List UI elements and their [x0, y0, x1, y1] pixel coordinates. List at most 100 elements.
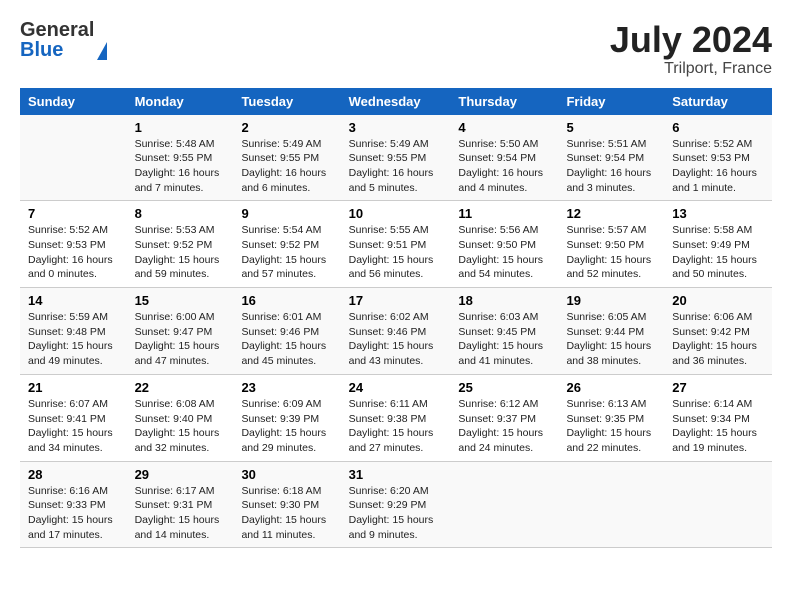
- days-of-week-row: SundayMondayTuesdayWednesdayThursdayFrid…: [20, 88, 772, 115]
- day-info: Sunrise: 6:05 AMSunset: 9:44 PMDaylight:…: [566, 310, 656, 369]
- calendar-cell: 15Sunrise: 6:00 AMSunset: 9:47 PMDayligh…: [127, 288, 234, 375]
- day-number: 5: [566, 120, 656, 135]
- calendar-body: 1 Sunrise: 5:48 AMSunset: 9:55 PMDaylight…: [20, 115, 772, 548]
- day-of-week-header: Saturday: [664, 88, 772, 115]
- logo-text: General Blue: [20, 20, 94, 60]
- calendar-cell: 31Sunrise: 6:20 AMSunset: 9:29 PMDayligh…: [341, 461, 451, 548]
- day-of-week-header: Thursday: [450, 88, 558, 115]
- day-info: Sunrise: 6:02 AMSunset: 9:46 PMDaylight:…: [349, 310, 443, 369]
- day-number: 24: [349, 380, 443, 395]
- day-info: Sunrise: 5:57 AMSunset: 9:50 PMDaylight:…: [566, 223, 656, 282]
- day-number: 27: [672, 380, 764, 395]
- day-number: 15: [135, 293, 226, 308]
- calendar-cell: [20, 115, 127, 201]
- day-of-week-header: Monday: [127, 88, 234, 115]
- calendar-cell: 28 Sunrise: 6:16 AMSunset: 9:33 PMDayligh…: [20, 461, 127, 548]
- location-title: Trilport, France: [610, 60, 772, 78]
- day-info: Sunrise: 6:07 AMSunset: 9:41 PMDaylight:…: [28, 397, 119, 456]
- day-info: Sunrise: 5:58 AMSunset: 9:49 PMDaylight:…: [672, 223, 764, 282]
- calendar-cell: 24 Sunrise: 6:11 AMSunset: 9:38 PMDayligh…: [341, 374, 451, 461]
- calendar-cell: 5 Sunrise: 5:51 AMSunset: 9:54 PMDaylight…: [558, 115, 664, 201]
- day-info: Sunrise: 6:08 AMSunset: 9:40 PMDaylight:…: [135, 397, 226, 456]
- calendar-cell: 22 Sunrise: 6:08 AMSunset: 9:40 PMDayligh…: [127, 374, 234, 461]
- day-info: Sunrise: 5:50 AMSunset: 9:54 PMDaylight:…: [458, 137, 550, 196]
- calendar-week-row: 28 Sunrise: 6:16 AMSunset: 9:33 PMDayligh…: [20, 461, 772, 548]
- calendar-cell: 25Sunrise: 6:12 AMSunset: 9:37 PMDayligh…: [450, 374, 558, 461]
- day-number: 13: [672, 206, 764, 221]
- day-number: 8: [135, 206, 226, 221]
- day-of-week-header: Sunday: [20, 88, 127, 115]
- logo: General Blue: [20, 20, 107, 60]
- calendar-cell: 17 Sunrise: 6:02 AMSunset: 9:46 PMDayligh…: [341, 288, 451, 375]
- day-number: 10: [349, 206, 443, 221]
- calendar-cell: 3 Sunrise: 5:49 AMSunset: 9:55 PMDaylight…: [341, 115, 451, 201]
- calendar-cell: 2Sunrise: 5:49 AMSunset: 9:55 PMDaylight…: [233, 115, 340, 201]
- day-number: 6: [672, 120, 764, 135]
- calendar-cell: 21Sunrise: 6:07 AMSunset: 9:41 PMDayligh…: [20, 374, 127, 461]
- day-info: Sunrise: 5:48 AMSunset: 9:55 PMDaylight:…: [135, 137, 226, 196]
- calendar-cell: 29 Sunrise: 6:17 AMSunset: 9:31 PMDayligh…: [127, 461, 234, 548]
- calendar-cell: 16 Sunrise: 6:01 AMSunset: 9:46 PMDayligh…: [233, 288, 340, 375]
- day-number: 4: [458, 120, 550, 135]
- calendar-cell: 9Sunrise: 5:54 AMSunset: 9:52 PMDaylight…: [233, 201, 340, 288]
- day-info: Sunrise: 6:01 AMSunset: 9:46 PMDaylight:…: [241, 310, 332, 369]
- day-number: 25: [458, 380, 550, 395]
- day-number: 17: [349, 293, 443, 308]
- day-number: 29: [135, 467, 226, 482]
- day-number: 7: [28, 206, 119, 221]
- day-info: Sunrise: 6:09 AMSunset: 9:39 PMDaylight:…: [241, 397, 332, 456]
- day-number: 28: [28, 467, 119, 482]
- day-number: 23: [241, 380, 332, 395]
- calendar-cell: 10Sunrise: 5:55 AMSunset: 9:51 PMDayligh…: [341, 201, 451, 288]
- day-info: Sunrise: 5:52 AMSunset: 9:53 PMDaylight:…: [28, 223, 119, 282]
- day-of-week-header: Wednesday: [341, 88, 451, 115]
- day-info: Sunrise: 5:52 AMSunset: 9:53 PMDaylight:…: [672, 137, 764, 196]
- day-info: Sunrise: 5:59 AMSunset: 9:48 PMDaylight:…: [28, 310, 119, 369]
- day-number: 20: [672, 293, 764, 308]
- calendar-cell: 11Sunrise: 5:56 AMSunset: 9:50 PMDayligh…: [450, 201, 558, 288]
- calendar-cell: [450, 461, 558, 548]
- day-info: Sunrise: 6:20 AMSunset: 9:29 PMDaylight:…: [349, 484, 443, 543]
- day-info: Sunrise: 5:54 AMSunset: 9:52 PMDaylight:…: [241, 223, 332, 282]
- day-of-week-header: Friday: [558, 88, 664, 115]
- logo-general: General: [20, 20, 94, 40]
- day-info: Sunrise: 6:13 AMSunset: 9:35 PMDaylight:…: [566, 397, 656, 456]
- day-number: 11: [458, 206, 550, 221]
- calendar-cell: 4 Sunrise: 5:50 AMSunset: 9:54 PMDaylight…: [450, 115, 558, 201]
- day-info: Sunrise: 5:49 AMSunset: 9:55 PMDaylight:…: [241, 137, 332, 196]
- day-info: Sunrise: 6:14 AMSunset: 9:34 PMDaylight:…: [672, 397, 764, 456]
- logo-blue: Blue: [20, 40, 94, 60]
- day-number: 1: [135, 120, 226, 135]
- calendar-week-row: 7 Sunrise: 5:52 AMSunset: 9:53 PMDaylight…: [20, 201, 772, 288]
- calendar-cell: 8Sunrise: 5:53 AMSunset: 9:52 PMDaylight…: [127, 201, 234, 288]
- calendar-cell: 19Sunrise: 6:05 AMSunset: 9:44 PMDayligh…: [558, 288, 664, 375]
- day-info: Sunrise: 6:16 AMSunset: 9:33 PMDaylight:…: [28, 484, 119, 543]
- calendar-cell: [558, 461, 664, 548]
- logo-triangle-icon: [97, 42, 107, 60]
- calendar-table: SundayMondayTuesdayWednesdayThursdayFrid…: [20, 88, 772, 549]
- calendar-week-row: 14Sunrise: 5:59 AMSunset: 9:48 PMDayligh…: [20, 288, 772, 375]
- month-year-title: July 2024: [610, 20, 772, 60]
- calendar-cell: 30 Sunrise: 6:18 AMSunset: 9:30 PMDayligh…: [233, 461, 340, 548]
- day-info: Sunrise: 6:06 AMSunset: 9:42 PMDaylight:…: [672, 310, 764, 369]
- calendar-week-row: 1 Sunrise: 5:48 AMSunset: 9:55 PMDaylight…: [20, 115, 772, 201]
- calendar-week-row: 21Sunrise: 6:07 AMSunset: 9:41 PMDayligh…: [20, 374, 772, 461]
- day-number: 22: [135, 380, 226, 395]
- day-number: 3: [349, 120, 443, 135]
- title-block: July 2024 Trilport, France: [610, 20, 772, 78]
- day-info: Sunrise: 6:11 AMSunset: 9:38 PMDaylight:…: [349, 397, 443, 456]
- day-of-week-header: Tuesday: [233, 88, 340, 115]
- day-info: Sunrise: 5:51 AMSunset: 9:54 PMDaylight:…: [566, 137, 656, 196]
- day-info: Sunrise: 6:17 AMSunset: 9:31 PMDaylight:…: [135, 484, 226, 543]
- day-number: 12: [566, 206, 656, 221]
- calendar-cell: 12 Sunrise: 5:57 AMSunset: 9:50 PMDayligh…: [558, 201, 664, 288]
- calendar-cell: 26Sunrise: 6:13 AMSunset: 9:35 PMDayligh…: [558, 374, 664, 461]
- day-number: 30: [241, 467, 332, 482]
- day-info: Sunrise: 5:49 AMSunset: 9:55 PMDaylight:…: [349, 137, 443, 196]
- calendar-cell: 23 Sunrise: 6:09 AMSunset: 9:39 PMDayligh…: [233, 374, 340, 461]
- day-info: Sunrise: 6:18 AMSunset: 9:30 PMDaylight:…: [241, 484, 332, 543]
- day-info: Sunrise: 6:03 AMSunset: 9:45 PMDaylight:…: [458, 310, 550, 369]
- day-number: 18: [458, 293, 550, 308]
- calendar-header: SundayMondayTuesdayWednesdayThursdayFrid…: [20, 88, 772, 115]
- day-number: 16: [241, 293, 332, 308]
